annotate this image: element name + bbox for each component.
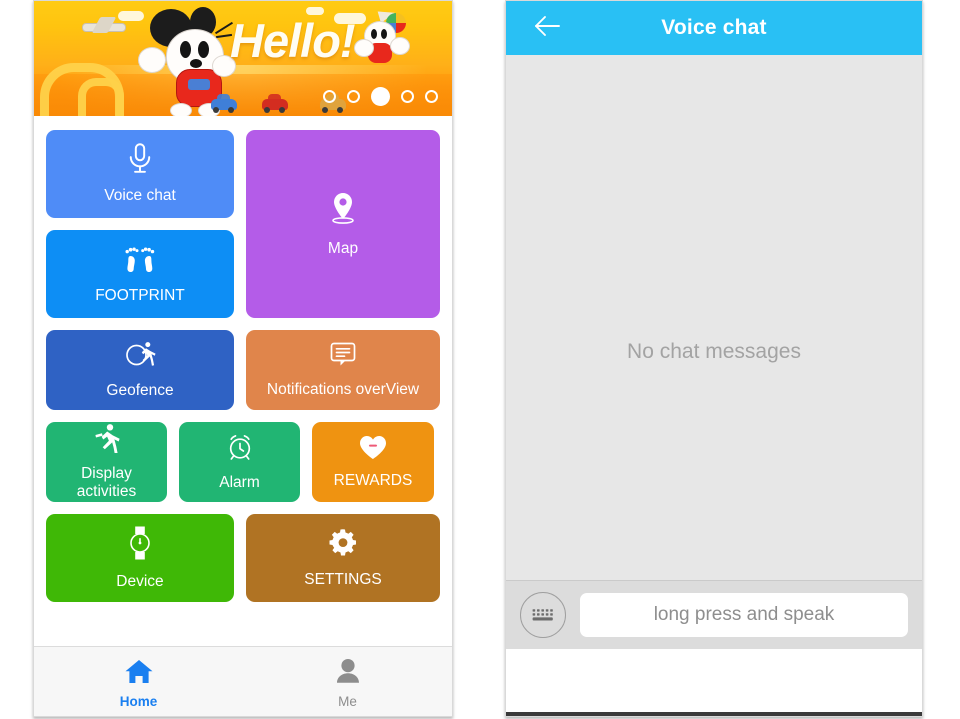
chat-message-list: No chat messages long press and speak (506, 55, 922, 649)
microphone-icon (125, 143, 155, 180)
person-icon (334, 658, 362, 690)
tile-label: Voice chat (104, 186, 176, 204)
tile-map[interactable]: Map (246, 130, 440, 318)
mascot-character-secondary (354, 11, 414, 73)
tile-notifications-overview[interactable]: Notifications overView (246, 330, 440, 410)
bottom-tab-bar: Home Me (34, 646, 452, 716)
tab-home[interactable]: Home (34, 647, 243, 716)
tile-row-2: Geofence Notifications overView (46, 330, 440, 410)
car-icon (262, 94, 288, 113)
tab-label: Home (119, 693, 158, 709)
alarm-clock-icon (225, 432, 255, 467)
tile-label: Notifications overView (266, 380, 420, 398)
tile-footprint[interactable]: FOOTPRINT (46, 230, 234, 318)
tile-display-activities[interactable]: Display activities (46, 422, 167, 502)
home-indicator-bar (506, 712, 922, 716)
tile-rewards[interactable]: REWARDS (312, 422, 434, 502)
keyboard-icon[interactable] (520, 592, 566, 638)
pager-dot[interactable] (347, 90, 360, 103)
tile-row-4: Device SETTINGS (46, 514, 440, 602)
gear-icon (327, 527, 359, 564)
tile-device[interactable]: Device (46, 514, 234, 602)
banner-arch-decoration-small (78, 78, 124, 116)
pager-dot[interactable] (323, 90, 336, 103)
pager-dot[interactable] (401, 90, 414, 103)
tile-label: FOOTPRINT (95, 286, 185, 304)
banner-pager-dots[interactable] (323, 87, 438, 106)
watch-icon (125, 525, 155, 566)
tile-label: Display activities (76, 464, 137, 500)
tile-column-left: Voice chat FOOTPRINT (46, 130, 234, 318)
appbar-title: Voice chat (661, 16, 767, 39)
car-icon (211, 94, 237, 113)
screenshot-root: Hello! Voice chat FOOTPRINT Map Geofence… (0, 0, 960, 719)
home-icon (124, 659, 154, 690)
tile-geofence[interactable]: Geofence (46, 330, 234, 410)
pager-dot[interactable] (425, 90, 438, 103)
tile-row-1: Voice chat FOOTPRINT Map (46, 130, 440, 318)
tab-label: Me (338, 694, 357, 709)
voice-chat-appbar: Voice chat (506, 1, 922, 55)
map-pin-icon (326, 190, 360, 233)
feature-tile-grid: Voice chat FOOTPRINT Map Geofence Notifi… (34, 116, 452, 639)
empty-state-text: No chat messages (627, 340, 801, 363)
message-icon (327, 341, 359, 374)
heart-icon (358, 434, 388, 466)
left-phone-screen: Hello! Voice chat FOOTPRINT Map Geofence… (33, 0, 453, 717)
tile-label: Geofence (106, 381, 174, 399)
tile-settings[interactable]: SETTINGS (246, 514, 440, 602)
right-phone-screen: Voice chat No chat messages long press a… (505, 0, 923, 717)
footprints-icon (123, 243, 157, 280)
tile-voice-chat[interactable]: Voice chat (46, 130, 234, 218)
voice-input-bar: long press and speak (506, 580, 922, 649)
tile-label: Map (327, 239, 359, 257)
airplane-icon (82, 17, 126, 33)
banner-greeting-text: Hello! (230, 14, 356, 67)
tile-label: REWARDS (333, 472, 413, 490)
long-press-speak-button[interactable]: long press and speak (580, 593, 908, 637)
geofence-icon (123, 340, 157, 375)
tile-alarm[interactable]: Alarm (179, 422, 300, 502)
tile-row-3: Display activities Alarm REWARDS (46, 422, 440, 502)
promo-banner[interactable]: Hello! (34, 1, 452, 116)
pager-dot-active[interactable] (371, 87, 390, 106)
tile-label: Alarm (219, 473, 260, 491)
tile-label: Device (116, 572, 164, 590)
back-arrow-icon[interactable] (532, 13, 562, 43)
running-icon (93, 423, 121, 458)
tab-me[interactable]: Me (243, 647, 452, 716)
tile-label: SETTINGS (304, 570, 382, 588)
